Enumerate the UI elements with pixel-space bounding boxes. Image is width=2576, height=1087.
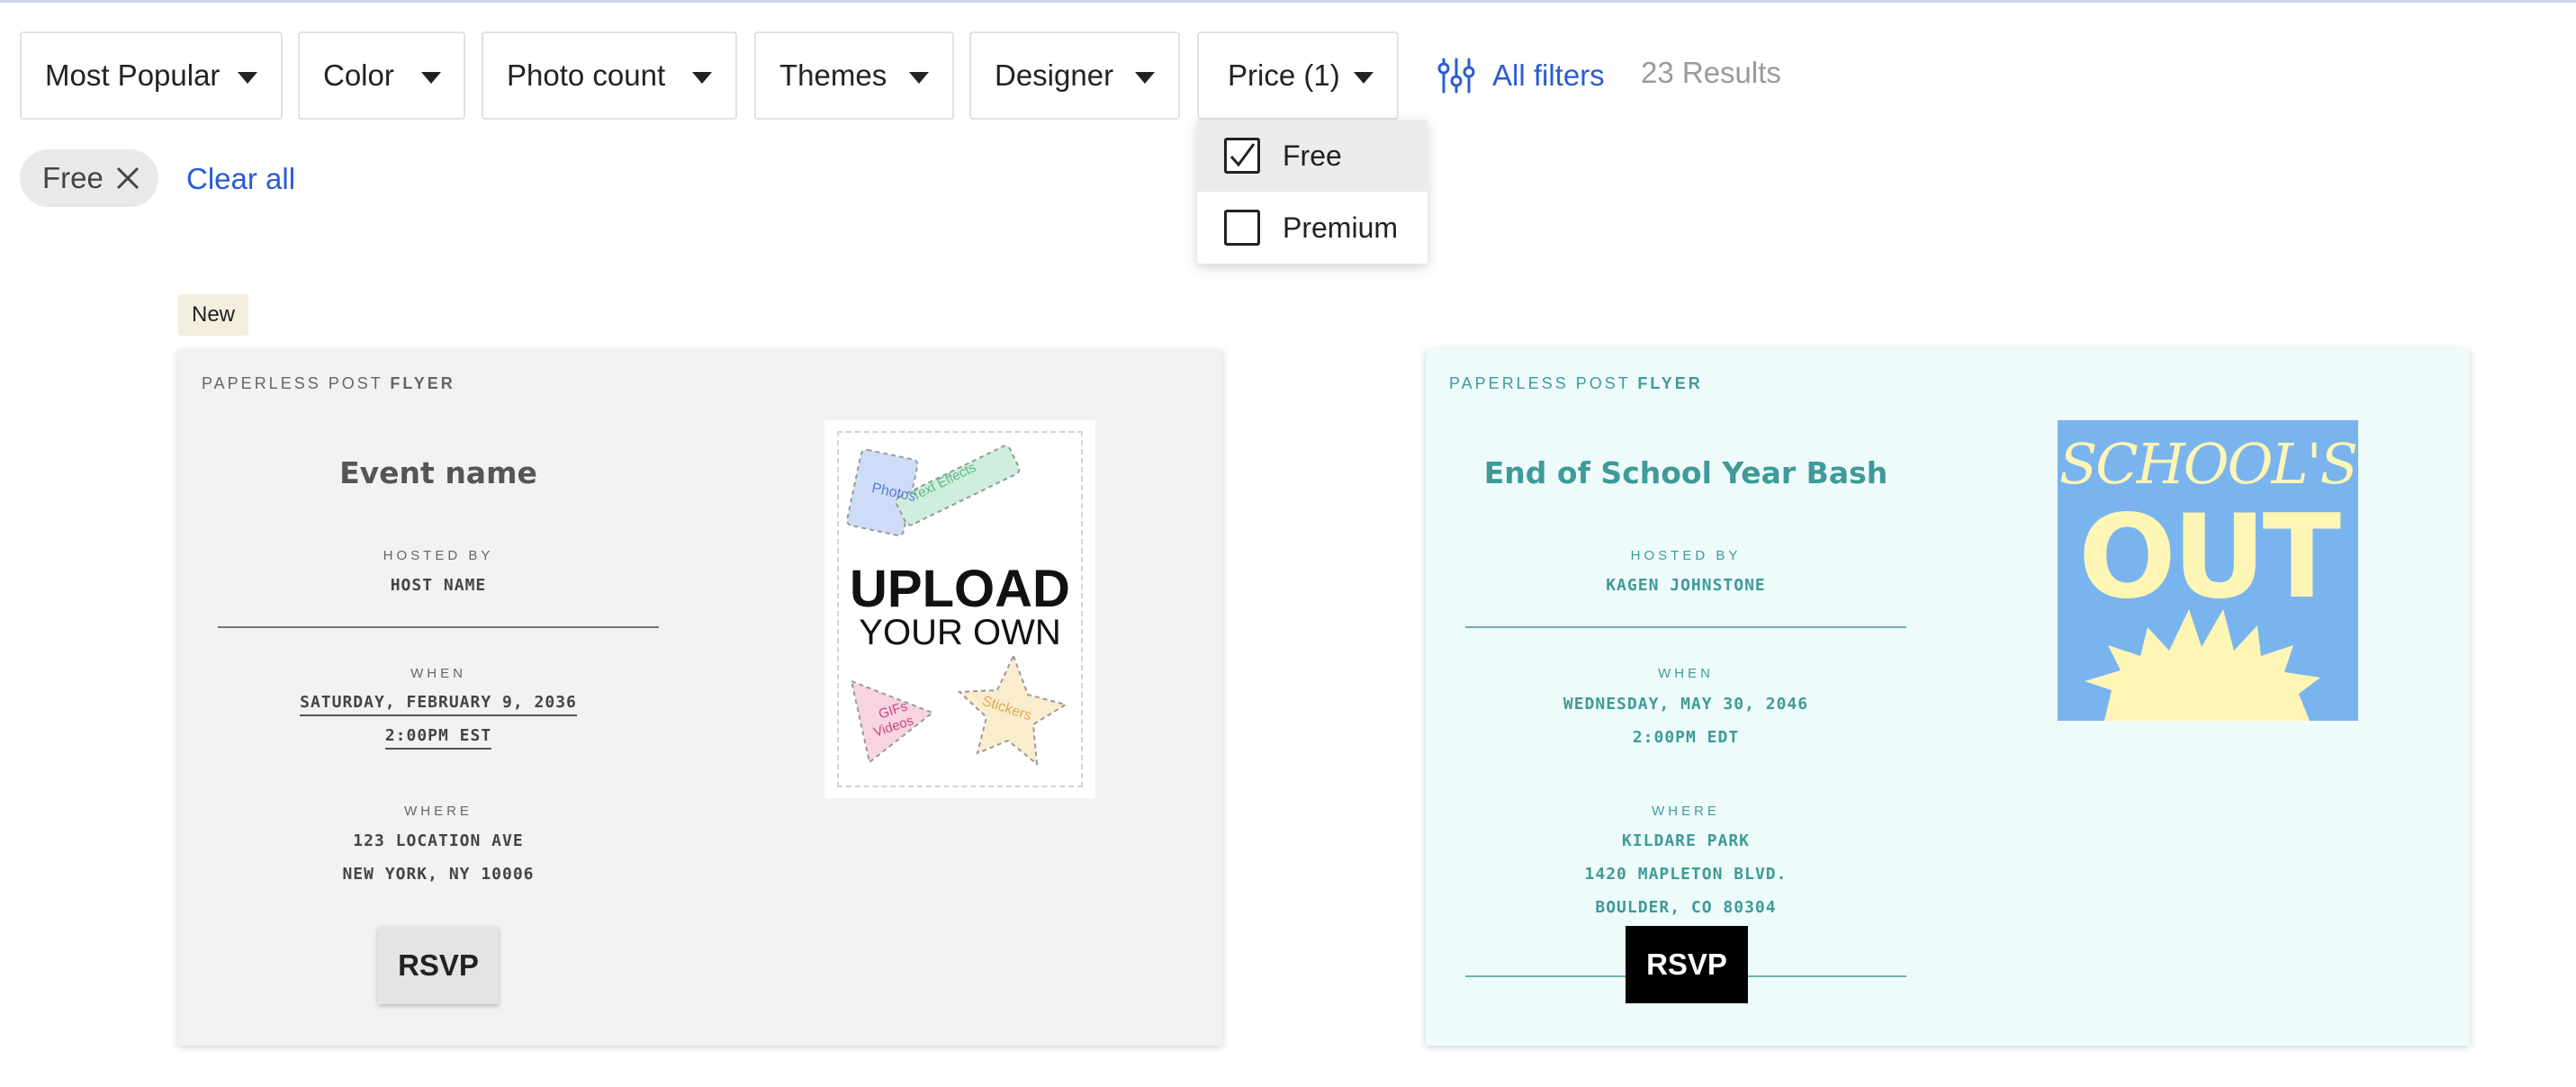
host-name: HOST NAME — [390, 576, 487, 595]
all-filters-button[interactable]: All filters — [1437, 56, 1605, 95]
chevron-down-icon — [692, 72, 712, 84]
photo-count-filter-dropdown[interactable]: Photo count — [482, 31, 737, 120]
address-line: 123 LOCATION AVE — [353, 831, 524, 850]
host-name: KAGEN JOHNSTONE — [1606, 576, 1766, 595]
address-line: 1420 MAPLETON BLVD. — [1584, 865, 1788, 884]
template-card-end-of-school-year-bash[interactable]: PAPERLESS POST FLYER End of School Year … — [1426, 349, 2470, 1046]
color-filter-label: Color — [323, 58, 394, 92]
divider — [1465, 626, 1906, 628]
premium-option-label: Premium — [1283, 211, 1399, 244]
when-label: WHEN — [1658, 666, 1714, 681]
schools-out-image: SCHOOL'S OUT — [2058, 420, 2358, 721]
free-option-label: Free — [1283, 139, 1342, 172]
chevron-down-icon — [421, 72, 441, 84]
premium-checkbox[interactable] — [1224, 210, 1260, 246]
template-card-event-name[interactable]: PAPERLESS POST FLYER Event name HOSTED B… — [178, 349, 1222, 1046]
color-filter-dropdown[interactable]: Color — [298, 31, 465, 120]
close-icon[interactable] — [115, 166, 140, 191]
chevron-down-icon — [1354, 72, 1374, 84]
brand-prefix: PAPERLESS POST — [1449, 374, 1631, 392]
sun-icon — [2085, 609, 2320, 721]
event-title: End of School Year Bash — [1483, 455, 1888, 490]
themes-filter-dropdown[interactable]: Themes — [754, 31, 954, 120]
chevron-down-icon — [238, 72, 257, 84]
designer-filter-label: Designer — [995, 58, 1114, 92]
address-line: NEW YORK, NY 10006 — [342, 865, 535, 884]
event-title: Event name — [339, 455, 537, 490]
event-time-wrap: 2:00PM EST — [218, 726, 659, 750]
top-divider — [0, 0, 2576, 3]
clear-all-link[interactable]: Clear all — [186, 162, 295, 196]
chip-label: Free — [42, 161, 104, 194]
hosted-by-label: HOSTED BY — [383, 548, 494, 563]
event-date: SATURDAY, FEBRUARY 9, 2036 — [300, 693, 577, 716]
event-time: 2:00PM EDT — [1632, 728, 1740, 747]
event-date: WEDNESDAY, MAY 30, 2046 — [1563, 695, 1809, 714]
price-filter-dropdown[interactable]: Price (1) — [1197, 31, 1399, 120]
active-filter-chip-free: Free — [20, 149, 158, 207]
rsvp-button[interactable]: RSVP — [1626, 926, 1748, 1003]
address-line: KILDARE PARK — [1621, 831, 1751, 850]
event-time: 2:00PM EST — [384, 726, 492, 750]
brand-prefix: PAPERLESS POST — [202, 374, 383, 392]
where-label: WHERE — [1652, 804, 1720, 819]
brand-label: PAPERLESS POST FLYER — [202, 374, 455, 393]
results-count: 23 Results — [1641, 56, 1781, 89]
upload-line-2: YOUR OWN — [859, 613, 1061, 652]
chevron-down-icon — [1135, 72, 1155, 84]
rsvp-button[interactable]: RSVP — [378, 927, 499, 1004]
divider — [218, 626, 659, 628]
designer-filter-dropdown[interactable]: Designer — [969, 31, 1180, 120]
price-option-free[interactable]: Free — [1197, 120, 1428, 192]
checkmark-icon — [1229, 143, 1256, 167]
themes-filter-label: Themes — [779, 58, 887, 92]
address-line: BOULDER, CO 80304 — [1595, 898, 1777, 917]
event-date-wrap: SATURDAY, FEBRUARY 9, 2036 — [218, 693, 659, 716]
new-badge: New — [178, 294, 248, 336]
sliders-icon — [1437, 58, 1475, 94]
all-filters-label: All filters — [1492, 58, 1605, 92]
sort-dropdown[interactable]: Most Popular — [20, 31, 283, 120]
when-label: WHEN — [410, 666, 466, 681]
free-checkbox[interactable] — [1224, 138, 1260, 174]
price-option-premium[interactable]: Premium — [1197, 192, 1428, 264]
sort-dropdown-label: Most Popular — [45, 58, 221, 92]
price-dropdown-menu: Free Premium — [1197, 120, 1428, 264]
upload-line-1: UPLOAD — [850, 560, 1070, 618]
brand-label: PAPERLESS POST FLYER — [1449, 374, 1703, 393]
photo-count-filter-label: Photo count — [507, 58, 666, 92]
price-filter-label: Price (1) — [1228, 58, 1340, 92]
hosted-by-label: HOSTED BY — [1630, 548, 1742, 563]
upload-your-own-image: Photos Text Effects UPLOAD YOUR OWN GIFs… — [824, 420, 1095, 798]
brand-suffix: FLYER — [1637, 374, 1703, 392]
brand-suffix: FLYER — [390, 374, 455, 392]
where-label: WHERE — [404, 804, 473, 819]
chevron-down-icon — [909, 72, 929, 84]
